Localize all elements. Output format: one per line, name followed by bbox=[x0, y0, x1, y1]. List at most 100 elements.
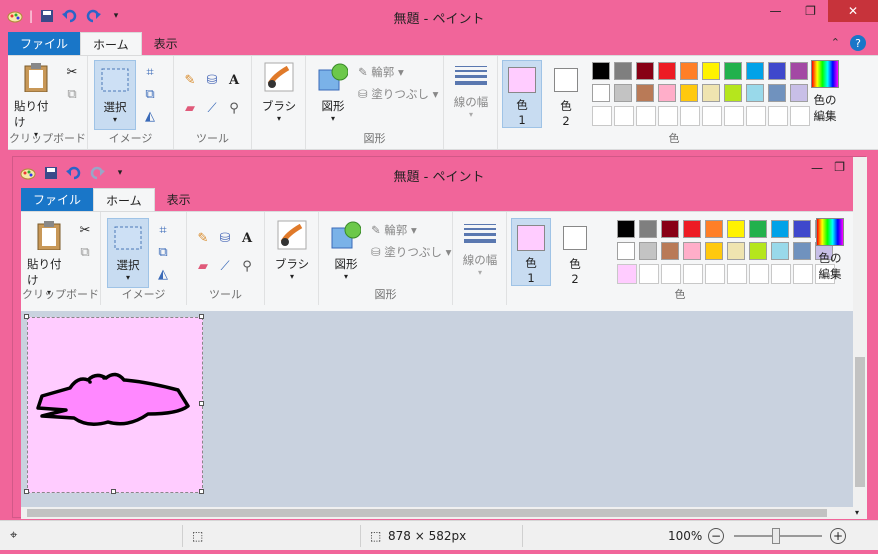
outline-button[interactable]: ✎ 輪郭 ▾ bbox=[358, 64, 404, 80]
palette-color-swatch[interactable] bbox=[614, 84, 632, 102]
copy-icon[interactable]: ⧉ bbox=[62, 84, 82, 104]
palette-color-swatch[interactable] bbox=[702, 84, 720, 102]
fill-icon[interactable]: ⛁ bbox=[202, 70, 222, 90]
inner-maximize-icon[interactable]: ❐ bbox=[834, 160, 845, 174]
select-button[interactable]: 選択 ▾ bbox=[94, 60, 136, 130]
custom-color-slot[interactable] bbox=[636, 106, 656, 126]
palette-color-swatch[interactable] bbox=[683, 242, 701, 260]
tab-view[interactable]: 表示 bbox=[155, 188, 203, 211]
palette-color-swatch[interactable] bbox=[636, 62, 654, 80]
zoom-slider[interactable] bbox=[734, 528, 822, 544]
pencil-icon[interactable]: ✎ bbox=[180, 70, 200, 90]
magnifier-icon[interactable]: ⚲ bbox=[224, 98, 244, 118]
rotate-icon[interactable]: ◭ bbox=[153, 264, 173, 284]
custom-color-slot[interactable] bbox=[661, 264, 681, 284]
close-button[interactable]: ✕ bbox=[828, 0, 878, 22]
color2-button[interactable]: 色 2 bbox=[546, 60, 586, 128]
rotate-icon[interactable]: ◭ bbox=[140, 106, 160, 126]
custom-color-slot[interactable] bbox=[749, 264, 769, 284]
color1-button[interactable]: 色 1 bbox=[511, 218, 551, 286]
magnifier-icon[interactable]: ⚲ bbox=[237, 256, 257, 276]
cut-icon[interactable]: ✂ bbox=[62, 62, 82, 82]
minimize-button[interactable]: — bbox=[758, 0, 793, 22]
size-button[interactable]: 線の幅 ▾ bbox=[448, 64, 494, 119]
color2-button[interactable]: 色 2 bbox=[555, 218, 595, 286]
palette-color-swatch[interactable] bbox=[680, 62, 698, 80]
custom-color-slot[interactable] bbox=[614, 106, 634, 126]
resize-handle[interactable] bbox=[199, 489, 204, 494]
palette-color-swatch[interactable] bbox=[592, 84, 610, 102]
brush-button[interactable]: ブラシ ▾ bbox=[258, 62, 300, 123]
palette-color-swatch[interactable] bbox=[639, 242, 657, 260]
resize-handle[interactable] bbox=[111, 489, 116, 494]
crop-icon[interactable]: ⌗ bbox=[153, 220, 173, 240]
palette-color-swatch[interactable] bbox=[771, 220, 789, 238]
resize-handle[interactable] bbox=[199, 314, 204, 319]
custom-color-slot[interactable] bbox=[768, 106, 788, 126]
custom-color-slot[interactable] bbox=[746, 106, 766, 126]
eraser-icon[interactable]: ▰ bbox=[180, 98, 200, 118]
custom-color-slot[interactable] bbox=[771, 264, 791, 284]
copy-icon[interactable]: ⧉ bbox=[75, 242, 95, 262]
eraser-icon[interactable]: ▰ bbox=[193, 256, 213, 276]
palette-color-swatch[interactable] bbox=[683, 220, 701, 238]
palette-color-swatch[interactable] bbox=[705, 220, 723, 238]
text-icon[interactable]: A bbox=[224, 70, 244, 90]
zoom-out-button[interactable]: − bbox=[708, 527, 724, 544]
palette-color-swatch[interactable] bbox=[592, 62, 610, 80]
resize-icon[interactable]: ⧉ bbox=[153, 242, 173, 262]
palette-color-swatch[interactable] bbox=[680, 84, 698, 102]
scroll-thumb[interactable] bbox=[855, 357, 865, 487]
vertical-scrollbar[interactable]: ▾ bbox=[853, 157, 867, 519]
paste-button[interactable]: 貼り付け ▾ bbox=[14, 62, 58, 139]
shapes-button[interactable]: 図形 ▾ bbox=[312, 62, 354, 123]
color-picker-icon[interactable]: ⟋ bbox=[215, 256, 235, 276]
color1-button[interactable]: 色 1 bbox=[502, 60, 542, 128]
edit-colors-button[interactable]: 色の 編集 bbox=[807, 218, 853, 282]
fill-button[interactable]: ⛁ 塗りつぶし ▾ bbox=[371, 244, 451, 260]
color-picker-icon[interactable]: ⟋ bbox=[202, 98, 222, 118]
text-icon[interactable]: A bbox=[237, 228, 257, 248]
palette-color-swatch[interactable] bbox=[658, 84, 676, 102]
custom-color-slot[interactable] bbox=[705, 264, 725, 284]
custom-color-slot[interactable] bbox=[658, 106, 678, 126]
tab-view[interactable]: 表示 bbox=[142, 32, 190, 55]
palette-color-swatch[interactable] bbox=[768, 62, 786, 80]
palette-color-swatch[interactable] bbox=[702, 62, 720, 80]
custom-color-slot[interactable] bbox=[702, 106, 722, 126]
edit-colors-button[interactable]: 色の 編集 bbox=[802, 60, 848, 124]
custom-color-slot[interactable] bbox=[592, 106, 612, 126]
custom-color-slot[interactable] bbox=[724, 106, 744, 126]
palette-color-swatch[interactable] bbox=[661, 220, 679, 238]
tab-file[interactable]: ファイル bbox=[8, 32, 81, 55]
select-button[interactable]: 選択 ▾ bbox=[107, 218, 149, 288]
palette-color-swatch[interactable] bbox=[746, 62, 764, 80]
brush-button[interactable]: ブラシ ▾ bbox=[271, 220, 313, 281]
palette-color-swatch[interactable] bbox=[746, 84, 764, 102]
fill-icon[interactable]: ⛁ bbox=[215, 228, 235, 248]
scroll-thumb[interactable] bbox=[27, 509, 827, 517]
palette-color-swatch[interactable] bbox=[727, 220, 745, 238]
horizontal-scrollbar[interactable] bbox=[21, 507, 853, 519]
palette-color-swatch[interactable] bbox=[749, 242, 767, 260]
tab-home[interactable]: ホーム bbox=[93, 188, 155, 211]
palette-color-swatch[interactable] bbox=[724, 62, 742, 80]
tab-file[interactable]: ファイル bbox=[21, 188, 94, 211]
palette-color-swatch[interactable] bbox=[639, 220, 657, 238]
resize-handle[interactable] bbox=[199, 401, 204, 406]
inner-minimize-icon[interactable]: — bbox=[811, 161, 823, 175]
palette-color-swatch[interactable] bbox=[749, 220, 767, 238]
palette-color-swatch[interactable] bbox=[705, 242, 723, 260]
cut-icon[interactable]: ✂ bbox=[75, 220, 95, 240]
zoom-in-button[interactable]: + bbox=[830, 527, 846, 544]
resize-handle[interactable] bbox=[24, 489, 29, 494]
shapes-button[interactable]: 図形 ▾ bbox=[325, 220, 367, 281]
palette-color-swatch[interactable] bbox=[768, 84, 786, 102]
zoom-slider-thumb[interactable] bbox=[772, 528, 780, 544]
custom-color-slot[interactable] bbox=[639, 264, 659, 284]
palette-color-swatch[interactable] bbox=[614, 62, 632, 80]
palette-color-swatch[interactable] bbox=[771, 242, 789, 260]
fill-button[interactable]: ⛁ 塗りつぶし ▾ bbox=[358, 86, 438, 102]
resize-icon[interactable]: ⧉ bbox=[140, 84, 160, 104]
pencil-icon[interactable]: ✎ bbox=[193, 228, 213, 248]
